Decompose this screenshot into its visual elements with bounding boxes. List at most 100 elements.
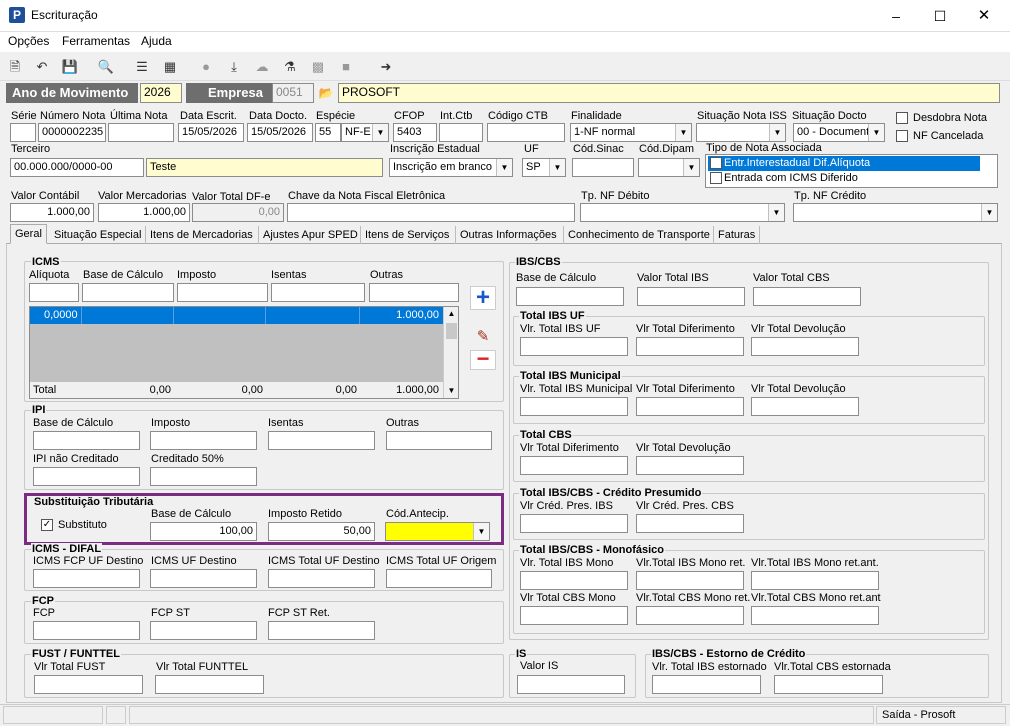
ipi-creditado-field[interactable] xyxy=(150,467,257,486)
minimize-button[interactable]: – xyxy=(876,6,916,26)
situacao-docto-select[interactable]: 00 - Document ▼ xyxy=(793,123,885,142)
cred-cbs-field[interactable] xyxy=(636,514,744,533)
fcp-st-ret-field[interactable] xyxy=(268,621,375,640)
icms-aliquota-input[interactable] xyxy=(29,283,79,302)
tipo-nota-checkbox-2[interactable] xyxy=(710,172,722,184)
icms-base-input[interactable] xyxy=(82,283,174,302)
situacao-iss-select[interactable]: ▼ xyxy=(696,123,786,142)
numero-nota-field[interactable]: 0000002235 xyxy=(38,123,106,142)
list-icon[interactable]: ▦ xyxy=(160,57,180,77)
download-icon[interactable]: ⤓ xyxy=(224,57,244,77)
valor-contabil-field[interactable]: 1.000,00 xyxy=(10,203,94,222)
scroll-thumb[interactable] xyxy=(446,323,457,339)
estorno-ibs-field[interactable] xyxy=(652,675,761,694)
difal-total-destino-field[interactable] xyxy=(268,569,375,588)
cod-sinac-field[interactable] xyxy=(572,158,634,177)
ultima-nota-field[interactable] xyxy=(108,123,174,142)
exit-icon[interactable]: ➜ xyxy=(376,57,396,77)
icms-grid-row[interactable]: 0,0000 1.000,00 xyxy=(30,307,443,324)
st-base-field[interactable]: 100,00 xyxy=(150,522,257,541)
ibs-uf-total-field[interactable] xyxy=(520,337,628,356)
menu-ajuda[interactable]: Ajuda xyxy=(141,35,172,48)
fust-field[interactable] xyxy=(34,675,143,694)
funttel-field[interactable] xyxy=(155,675,264,694)
icms-outras-input[interactable] xyxy=(369,283,459,302)
especie-select[interactable]: NF-E ▼ xyxy=(341,123,389,142)
cod-dipam-select[interactable]: ▼ xyxy=(638,158,700,177)
tab-outras-informacoes[interactable]: Outras Informações xyxy=(455,226,561,244)
data-escrit-field[interactable]: 15/05/2026 xyxy=(178,123,244,142)
mono-cbs-ret-ant-field[interactable] xyxy=(751,606,879,625)
tab-itens-servicos[interactable]: Itens de Serviços xyxy=(360,226,453,244)
st-imposto-field[interactable]: 50,00 xyxy=(268,522,375,541)
tab-geral[interactable]: Geral xyxy=(10,224,47,244)
new-icon[interactable]: 🗎 xyxy=(5,57,25,77)
is-field[interactable] xyxy=(517,675,625,694)
ibs-mun-diferimento-field[interactable] xyxy=(636,397,744,416)
tipo-nota-option-2[interactable]: Entrada com ICMS Diferido xyxy=(708,171,980,186)
ipi-imposto-field[interactable] xyxy=(150,431,257,450)
tipo-nota-option-1[interactable]: Entr.Interestadual Dif.Alíquota xyxy=(708,156,980,171)
estorno-cbs-field[interactable] xyxy=(774,675,883,694)
especie-code-field[interactable]: 55 xyxy=(315,123,341,142)
chave-nfe-field[interactable] xyxy=(287,203,575,222)
remove-icon[interactable]: − xyxy=(470,348,496,370)
icms-scrollbar[interactable]: ▲ ▼ xyxy=(443,307,458,398)
ibs-uf-devolucao-field[interactable] xyxy=(751,337,859,356)
tab-situacao-especial[interactable]: Situação Especial xyxy=(50,226,145,244)
save-icon[interactable]: 💾 xyxy=(60,57,80,77)
maximize-button[interactable]: ☐ xyxy=(920,6,960,26)
menu-opcoes[interactable]: Opções xyxy=(8,35,49,48)
finalidade-select[interactable]: 1-NF normal ▼ xyxy=(570,123,692,142)
ibs-uf-diferimento-field[interactable] xyxy=(636,337,744,356)
ipi-outras-field[interactable] xyxy=(386,431,492,450)
cod-antecip-select[interactable]: ▼ xyxy=(385,522,490,541)
data-docto-field[interactable]: 15/05/2026 xyxy=(247,123,313,142)
substituto-checkbox[interactable]: ✓ xyxy=(41,519,53,531)
ipi-base-field[interactable] xyxy=(33,431,140,450)
preview-icon[interactable]: 🔍 xyxy=(96,57,116,77)
folder-icon[interactable]: 📂 xyxy=(316,84,336,102)
codigo-ctb-field[interactable] xyxy=(487,123,565,142)
tipo-nota-checkbox-1[interactable] xyxy=(710,157,722,169)
ano-field[interactable]: 2026 xyxy=(140,83,182,103)
inscricao-estadual-select[interactable]: Inscrição em branco ▼ xyxy=(389,158,513,177)
nf-cancelada-checkbox[interactable] xyxy=(896,130,908,142)
mono-ibs-field[interactable] xyxy=(520,571,628,590)
difal-total-origem-field[interactable] xyxy=(386,569,492,588)
tab-faturas[interactable]: Faturas xyxy=(713,226,761,244)
cbs-diferimento-field[interactable] xyxy=(520,456,628,475)
tp-nf-debito-select[interactable]: ▼ xyxy=(580,203,785,222)
int-ctb-field[interactable] xyxy=(439,123,483,142)
edit-icon[interactable]: ✎ xyxy=(470,327,496,347)
fcp-st-field[interactable] xyxy=(150,621,257,640)
fcp-field[interactable] xyxy=(33,621,140,640)
tab-itens-mercadorias[interactable]: Itens de Mercadorias xyxy=(145,226,257,244)
tab-conhecimento-transporte[interactable]: Conhecimento de Transporte xyxy=(563,226,714,244)
scroll-up-icon[interactable]: ▲ xyxy=(444,307,459,321)
undo-icon[interactable]: ↶ xyxy=(32,57,52,77)
ibscbs-base-field[interactable] xyxy=(516,287,624,306)
cfop-field[interactable]: 5403 xyxy=(393,123,437,142)
mono-cbs-ret-field[interactable] xyxy=(636,606,744,625)
uf-select[interactable]: SP ▼ xyxy=(522,158,566,177)
desdobra-nota-checkbox[interactable] xyxy=(896,112,908,124)
difal-fcp-field[interactable] xyxy=(33,569,140,588)
empresa-code-field[interactable]: 0051 xyxy=(272,83,314,103)
ibscbs-ibs-field[interactable] xyxy=(637,287,745,306)
terceiro-doc-field[interactable]: 00.000.000/0000-00 xyxy=(10,158,144,177)
icms-isentas-input[interactable] xyxy=(271,283,365,302)
icms-imposto-input[interactable] xyxy=(177,283,268,302)
tp-nf-credito-select[interactable]: ▼ xyxy=(793,203,998,222)
tab-ajustes-sped[interactable]: Ajustes Apur SPED xyxy=(258,226,362,244)
money-icon[interactable]: ⚗ xyxy=(280,57,300,77)
mono-ibs-ret-field[interactable] xyxy=(636,571,744,590)
add-icon[interactable]: + xyxy=(470,286,496,310)
tree-icon[interactable]: ☰ xyxy=(132,57,152,77)
ipi-nao-creditado-field[interactable] xyxy=(33,467,140,486)
valor-mercadorias-field[interactable]: 1.000,00 xyxy=(98,203,190,222)
cbs-devolucao-field[interactable] xyxy=(636,456,744,475)
ibscbs-cbs-field[interactable] xyxy=(753,287,861,306)
scroll-down-icon[interactable]: ▼ xyxy=(444,384,459,398)
ipi-isentas-field[interactable] xyxy=(268,431,375,450)
